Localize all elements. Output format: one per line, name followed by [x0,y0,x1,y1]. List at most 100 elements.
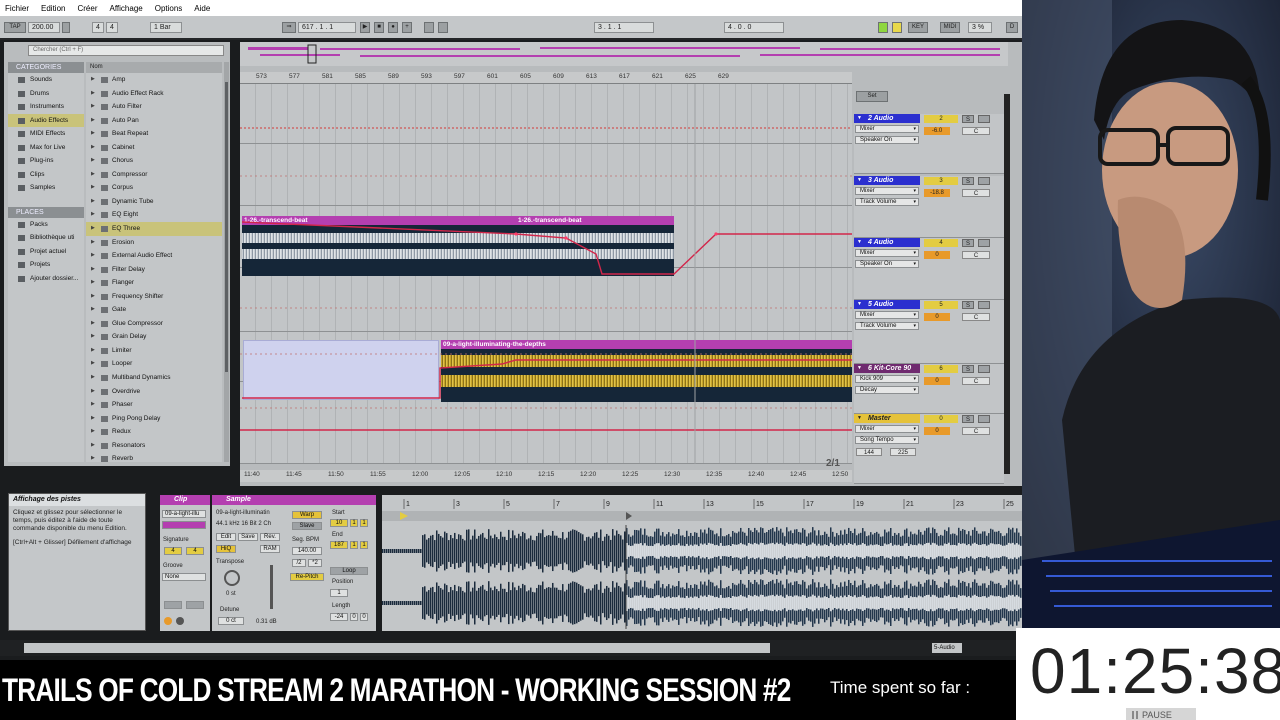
browser-item-selected[interactable]: EQ Three [86,222,222,236]
length-sixteenth-field[interactable]: 0 [360,613,368,621]
arrangement-position[interactable]: 617 . 1 . 1 [298,22,356,33]
sample-panel-title[interactable]: Sample [212,495,376,505]
time-ruler[interactable]: 11:40 11:45 11:50 11:55 12:00 12:05 12:10 12:15… [240,470,852,482]
sample-save-button[interactable]: Save [238,533,258,541]
set-locator-button[interactable]: Set [856,91,888,102]
slave-button[interactable]: Slave [292,522,322,530]
start-sixteenth-field[interactable]: 1 [360,519,368,527]
audio-clip[interactable]: 1-26.-transcend-beat [242,216,516,276]
place-item[interactable]: Projets [8,258,84,272]
key-map-indicator[interactable] [892,22,902,33]
track-lane-2-audio[interactable] [240,84,852,144]
arm-button[interactable] [978,415,990,423]
device-chooser[interactable]: Mixer [855,249,919,257]
track-activator[interactable]: 4 [924,239,958,247]
category-item[interactable]: Max for Live [8,141,84,155]
device-chooser[interactable]: Kick 909 [855,375,919,383]
browser-item[interactable]: Chorus [86,154,222,168]
track-activator[interactable]: 2 [924,115,958,123]
browser-item[interactable]: Glue Compressor [86,317,222,331]
track-activator[interactable]: 0 [924,415,958,423]
nudge-down-button[interactable] [62,22,70,33]
menu-creer[interactable]: Créer [77,4,97,13]
menu-aide[interactable]: Aide [194,4,210,13]
track-header[interactable]: 2 Audio Mixer Speaker On 2S -6.0 C [854,114,1004,174]
device-chooser[interactable]: Mixer [855,125,919,133]
clip-name-field[interactable]: 09-a-light-illu [162,510,206,518]
pan-field[interactable]: C [962,189,990,197]
start-bar-field[interactable]: 10 [330,519,348,527]
browser-item[interactable]: Auto Filter [86,100,222,114]
clip-signature-den[interactable]: 4 [186,547,204,555]
hiq-button[interactable]: HiQ [216,545,236,553]
loop-button[interactable]: Loop [330,567,368,575]
warp-mode-chooser[interactable]: Re-Pitch [290,573,324,581]
key-map-button[interactable]: KEY [908,22,928,33]
category-item[interactable]: Sounds [8,73,84,87]
place-item[interactable]: Bibliothèque uti [8,231,84,245]
track-header[interactable]: 4 Audio Mixer Speaker On 4S 0 C [854,238,1004,300]
control-chooser[interactable]: Speaker On [855,136,919,144]
end-sixteenth-field[interactable]: 1 [360,541,368,549]
midi-arrangement-button[interactable] [878,22,888,33]
start-beat-field[interactable]: 1 [350,519,358,527]
browser-item[interactable]: Frequency Shifter [86,290,222,304]
audio-clip[interactable]: 1-26.-transcend-beat [516,216,674,276]
browser-item[interactable]: Filter Delay [86,263,222,277]
selected-track-indicator[interactable]: 5-Audio [932,643,962,653]
track-activator[interactable]: 3 [924,177,958,185]
warp-button[interactable]: Warp [292,511,322,519]
control-chooser[interactable]: Track Volume [855,322,919,330]
browser-item[interactable]: Phaser [86,398,222,412]
solo-button[interactable]: S [962,177,974,185]
category-item[interactable]: Drums [8,87,84,101]
end-bar-field[interactable]: 187 [330,541,348,549]
volume-field[interactable]: 0 [924,313,950,321]
track-name[interactable]: 2 Audio [854,114,920,123]
menu-fichier[interactable]: Fichier [5,4,29,13]
track-header[interactable]: 3 Audio Mixer Track Volume 3S -18.8 C [854,176,1004,238]
add-folder-item[interactable]: Ajouter dossier... [8,272,84,286]
pan-field[interactable]: C [962,127,990,135]
browser-item[interactable]: Reverb [86,452,222,466]
category-item[interactable]: Plug-ins [8,154,84,168]
category-item[interactable]: Samples [8,181,84,195]
control-chooser[interactable]: Song Tempo [855,436,919,444]
solo-button[interactable]: S [962,115,974,123]
solo-button[interactable]: S [962,365,974,373]
midi-map-button[interactable]: MIDI [940,22,960,33]
track-activator[interactable]: 6 [924,365,958,373]
loop-start-field[interactable]: 3 . 1 . 1 [594,22,654,33]
transpose-knob[interactable] [224,570,240,586]
browser-item[interactable]: Beat Repeat [86,127,222,141]
groove-chooser[interactable]: None [162,573,206,581]
track-name[interactable]: 4 Audio [854,238,920,247]
volume-field[interactable]: 0 [924,251,950,259]
volume-field[interactable]: -18.8 [924,189,950,197]
track-header[interactable]: 5 Audio Mixer Track Volume 5S 0 C [854,300,1004,364]
browser-item[interactable]: Erosion [86,236,222,250]
solo-button[interactable]: S [962,301,974,309]
browser-item[interactable]: Limiter [86,344,222,358]
loop-switch-icon[interactable] [438,22,448,33]
browser-item[interactable]: Compressor [86,168,222,182]
browser-item[interactable]: Gate [86,303,222,317]
browser-item[interactable]: Grain Delay [86,330,222,344]
volume-field[interactable]: -6.0 [924,127,950,135]
sample-edit-button[interactable]: Edit [216,533,236,541]
control-chooser[interactable]: Track Volume [855,198,919,206]
quantization-menu[interactable]: 1 Bar [150,22,182,33]
list-header[interactable]: Nom [86,62,222,73]
browser-scrollbar[interactable] [224,62,229,462]
browser-item[interactable]: External Audio Effect [86,249,222,263]
beat-time-ruler[interactable]: 573 577 581 585 589 593 597 601 605 609 613 617 621 6… [240,72,852,84]
category-item[interactable]: Instruments [8,100,84,114]
clip-nudge-back[interactable] [164,601,182,609]
track-name[interactable]: 3 Audio [854,176,920,185]
arm-button[interactable] [978,239,990,247]
half-tempo-button[interactable]: /2 [292,559,306,567]
arrangement-overview[interactable] [240,42,1008,66]
time-selection[interactable] [243,340,439,400]
menu-edition[interactable]: Edition [41,4,65,13]
category-item[interactable]: Clips [8,168,84,182]
